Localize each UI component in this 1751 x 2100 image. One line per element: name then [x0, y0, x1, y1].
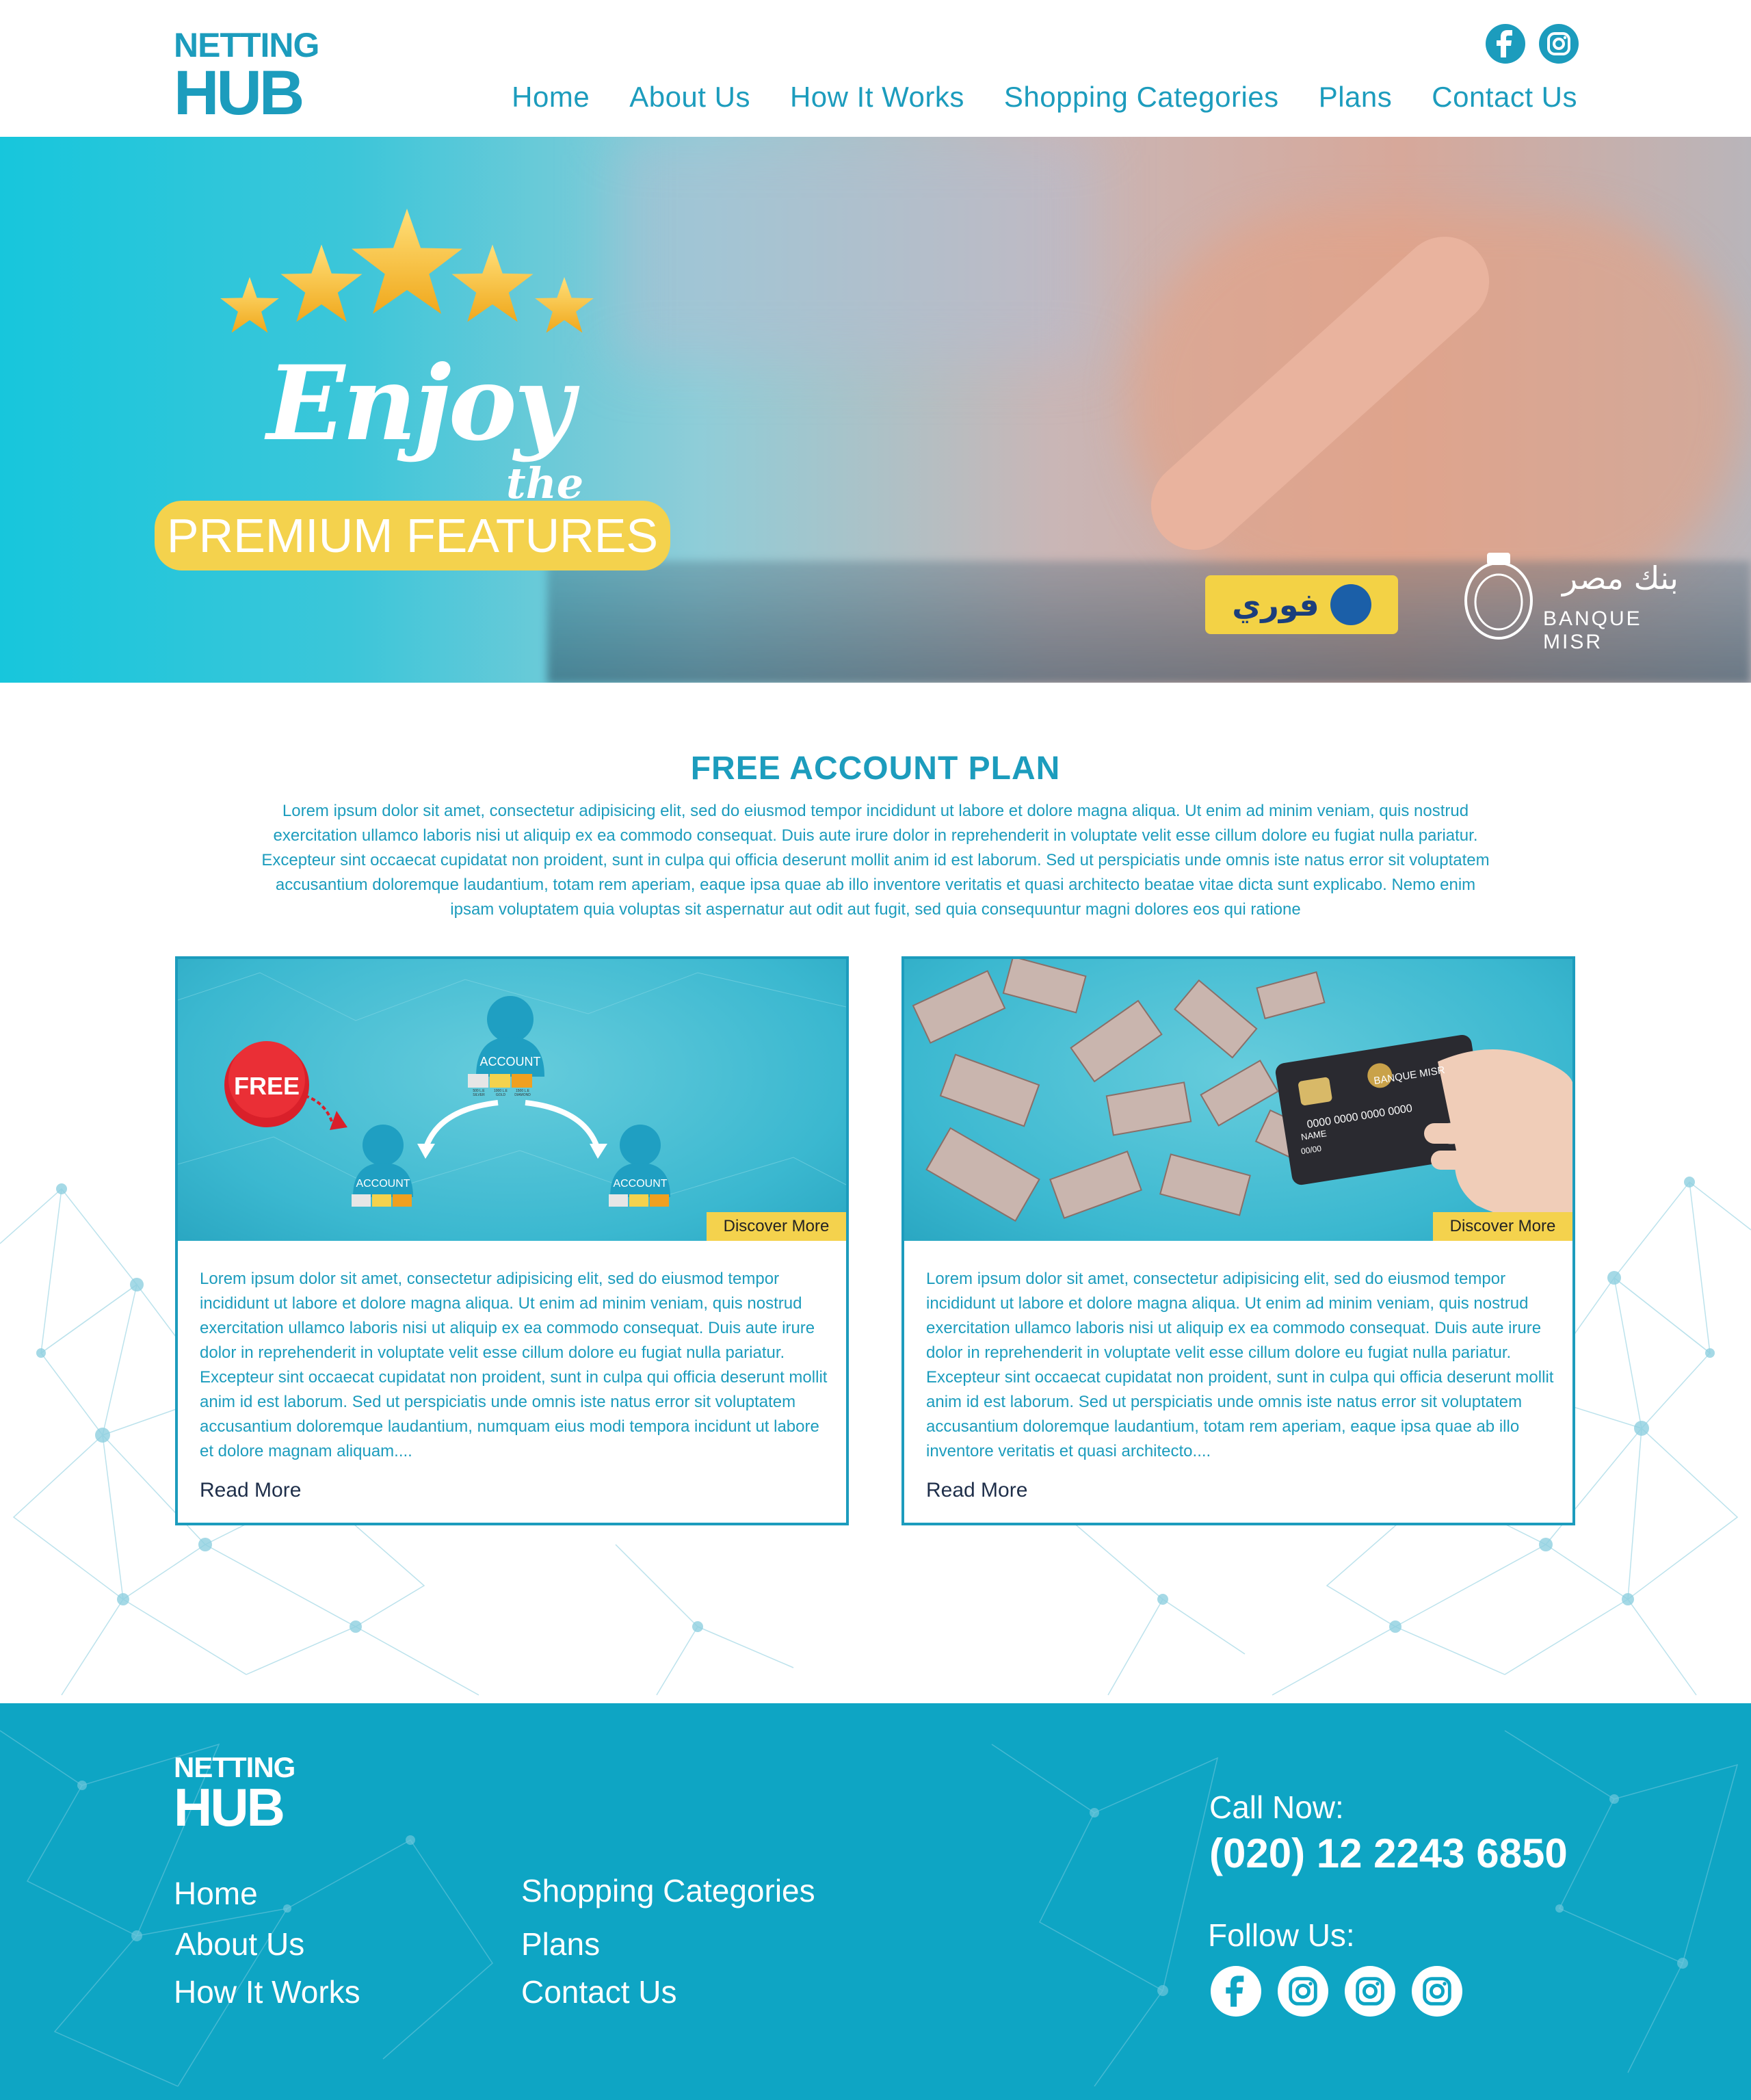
- card-description: Lorem ipsum dolor sit amet, consectetur …: [200, 1270, 828, 1460]
- banque-seal-icon: [1464, 553, 1533, 640]
- discover-more-button[interactable]: Discover More: [707, 1212, 846, 1241]
- account-label-right: ACCOUNT: [613, 1178, 668, 1190]
- call-now-label: Call Now:: [1209, 1789, 1344, 1825]
- premium-badge-label: PREMIUM FEATURES: [166, 509, 659, 562]
- premium-badge: PREMIUM FEATURES: [155, 501, 670, 570]
- footer-link-about-us[interactable]: About Us: [175, 1924, 304, 1965]
- footer-logo-line2: HUB: [174, 1777, 285, 1837]
- tier-gold: 1000 L.E GOLD: [493, 1089, 508, 1097]
- card-image-accounts: FREE ACCOUNT ACCOUNT ACCOUNT 500 L.E SIL…: [178, 959, 846, 1241]
- plan-section: FREE ACCOUNT PLAN Lorem ipsum dolor sit …: [0, 683, 1751, 1703]
- nav-how-it-works[interactable]: How It Works: [790, 77, 964, 118]
- banque-arabic-name: بنك مصر: [1562, 560, 1678, 596]
- discover-more-button[interactable]: Discover More: [1433, 1212, 1572, 1241]
- section-intro: Lorem ipsum dolor sit amet, consectetur …: [261, 802, 1490, 919]
- footer-social: [1211, 1966, 1462, 2017]
- account-tiers: 500 L.E SILVER 1000 L.E GOLD 1500 L.E DI…: [468, 1089, 534, 1097]
- fawry-arrow-icon: [1330, 584, 1371, 625]
- header-social: [1486, 24, 1579, 64]
- hero-headline: Enjoy: [267, 343, 574, 464]
- footer-link-contact-us[interactable]: Contact Us: [521, 1971, 677, 2012]
- fawry-logo: فوري: [1205, 575, 1398, 634]
- instagram-icon[interactable]: [1412, 1966, 1462, 2017]
- nav-plans[interactable]: Plans: [1319, 77, 1393, 118]
- facebook-icon[interactable]: [1486, 24, 1525, 64]
- card-description: Lorem ipsum dolor sit amet, consectetur …: [926, 1270, 1554, 1460]
- instagram-icon[interactable]: [1278, 1966, 1328, 2017]
- tier-diamond: 1500 L.E DIAMOND: [514, 1089, 531, 1097]
- site-header: NETTING HUB Home About Us How It Works S…: [0, 0, 1751, 137]
- read-more-link[interactable]: Read More: [926, 1479, 1027, 1502]
- five-stars-icon: [220, 209, 594, 333]
- read-more-link[interactable]: Read More: [200, 1479, 301, 1502]
- nav-shopping-categories[interactable]: Shopping Categories: [1004, 77, 1279, 118]
- plan-card-free-account: FREE ACCOUNT ACCOUNT ACCOUNT 500 L.E SIL…: [175, 956, 849, 1525]
- hero-banner: Enjoy the PREMIUM FEATURES فوري بنك مصر …: [0, 137, 1751, 683]
- main-nav: Home About Us How It Works Shopping Cate…: [512, 77, 1577, 118]
- banque-misr-logo: بنك مصر BANQUE MISR: [1461, 547, 1700, 653]
- facebook-icon[interactable]: [1211, 1966, 1261, 2017]
- plan-card-bank-card: BANQUE MISR 0000 0000 0000 0000 NAME 00/…: [901, 956, 1575, 1525]
- site-footer: NETTING HUB Home About Us How It Works S…: [0, 1703, 1751, 2100]
- logo-line2: HUB: [174, 58, 304, 128]
- instagram-icon[interactable]: [1345, 1966, 1395, 2017]
- hero-photo-card: [616, 137, 1094, 363]
- footer-link-how-it-works[interactable]: How It Works: [174, 1971, 360, 2012]
- banknotes-illustration: [912, 959, 1572, 1222]
- nav-contact-us[interactable]: Contact Us: [1432, 77, 1577, 118]
- footer-link-home[interactable]: Home: [174, 1873, 258, 1914]
- follow-us-label: Follow Us:: [1208, 1917, 1355, 1953]
- footer-link-plans[interactable]: Plans: [521, 1924, 600, 1965]
- card-image-banknotes: BANQUE MISR 0000 0000 0000 0000 NAME 00/…: [904, 959, 1572, 1241]
- tier-silver: 500 L.E SILVER: [473, 1089, 485, 1097]
- phone-number[interactable]: (020) 12 2243 6850: [1209, 1830, 1568, 1877]
- banque-name: BANQUE MISR: [1543, 607, 1642, 653]
- account-label-top: ACCOUNT: [479, 1055, 541, 1068]
- fawry-label: فوري: [1232, 586, 1319, 623]
- footer-logo[interactable]: NETTING HUB: [174, 1751, 297, 1840]
- free-sticker-label: FREE: [233, 1072, 300, 1100]
- instagram-icon[interactable]: [1539, 24, 1579, 64]
- account-label-left: ACCOUNT: [356, 1178, 410, 1190]
- nav-about-us[interactable]: About Us: [629, 77, 750, 118]
- nav-home[interactable]: Home: [512, 77, 590, 118]
- footer-link-shopping-categories[interactable]: Shopping Categories: [521, 1870, 815, 1911]
- logo[interactable]: NETTING HUB: [174, 26, 319, 124]
- section-title: FREE ACCOUNT PLAN: [690, 750, 1061, 787]
